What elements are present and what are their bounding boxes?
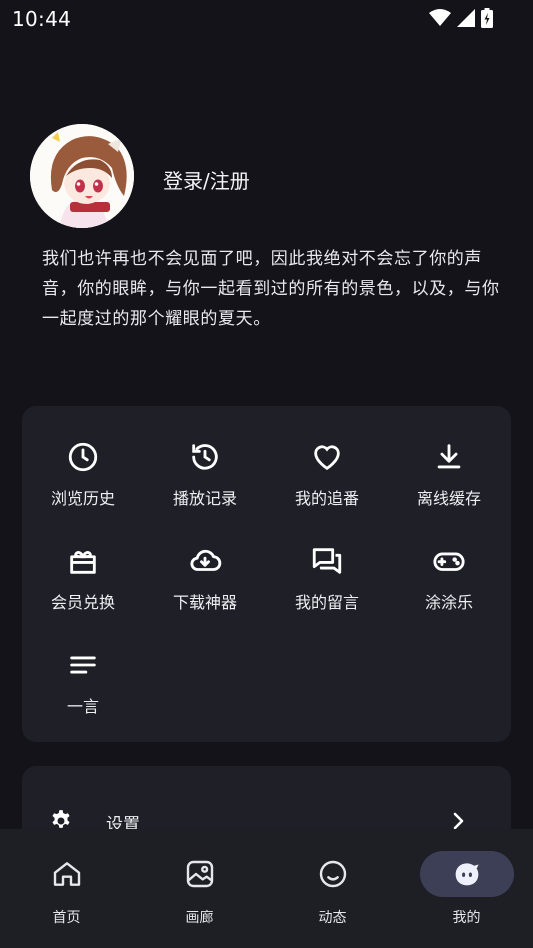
mascot-icon (455, 863, 479, 886)
feature-grid: 浏览历史 播放记录 我的追番 离线缓存 会员兑换 下载神器 我的留言 涂涂乐 一… (22, 406, 511, 742)
bottom-navigation: 首页 画廊 动态 我的 (0, 829, 533, 948)
nav-label: 动态 (318, 910, 347, 926)
menu-item-label: 涂涂乐 (424, 593, 473, 612)
lines-icon (66, 648, 100, 682)
wifi-icon (429, 9, 451, 26)
avatar-image (30, 124, 134, 228)
battery-icon (481, 8, 493, 28)
nav-tab-mine[interactable]: 我的 (400, 829, 533, 948)
history-icon (188, 440, 222, 474)
menu-item-label: 浏览历史 (50, 489, 115, 508)
nav-icon-container (20, 851, 114, 897)
nav-tab-gallery[interactable]: 画廊 (133, 829, 266, 948)
menu-item-offline-cache[interactable]: 离线缓存 (388, 406, 510, 508)
nav-tab-feed[interactable]: 动态 (266, 829, 399, 948)
avatar[interactable] (30, 124, 134, 228)
download-icon (432, 440, 466, 474)
signal-icon (457, 9, 475, 27)
menu-item-label: 离线缓存 (416, 489, 481, 508)
menu-item-my-follows[interactable]: 我的追番 (266, 406, 388, 508)
nav-label: 画廊 (185, 910, 214, 926)
menu-item-label: 一言 (66, 697, 99, 716)
image-icon (186, 860, 213, 888)
menu-item-label: 下载神器 (172, 593, 237, 612)
menu-item-play-history[interactable]: 播放记录 (144, 406, 266, 508)
nav-label: 我的 (452, 910, 481, 926)
gamepad-icon (432, 544, 466, 578)
menu-item-label: 我的留言 (294, 593, 359, 612)
menu-item-label: 我的追番 (294, 489, 359, 508)
message-icon (310, 544, 344, 578)
menu-item-label: 会员兑换 (50, 593, 115, 612)
status-time: 10:44 (12, 7, 72, 31)
menu-item-download-tool[interactable]: 下载神器 (144, 510, 266, 612)
status-bar: 10:44 (0, 0, 533, 36)
nav-icon-container (286, 851, 380, 897)
quote-text: 我们也许再也不会见面了吧，因此我绝对不会忘了你的声音，你的眼眸，与你一起看到过的… (42, 249, 500, 329)
cloud-download-icon (188, 544, 222, 578)
menu-item-label: 播放记录 (172, 489, 237, 508)
menu-item-hitokoto[interactable]: 一言 (22, 614, 144, 716)
home-icon (53, 862, 80, 886)
menu-item-browse-history[interactable]: 浏览历史 (22, 406, 144, 508)
nav-label: 首页 (52, 910, 81, 926)
clock-icon (66, 440, 100, 474)
menu-item-redeem[interactable]: 会员兑换 (22, 510, 144, 612)
login-register-link[interactable]: 登录/注册 (163, 165, 250, 194)
nav-icon-container (153, 851, 247, 897)
menu-item-doodle[interactable]: 涂涂乐 (388, 510, 510, 612)
smile-icon (319, 860, 346, 888)
gift-icon (66, 544, 100, 578)
nav-icon-container-active (419, 851, 514, 897)
status-icons (429, 8, 493, 28)
nav-tab-home[interactable]: 首页 (0, 829, 133, 948)
heart-icon (310, 440, 344, 474)
menu-item-my-messages[interactable]: 我的留言 (266, 510, 388, 612)
